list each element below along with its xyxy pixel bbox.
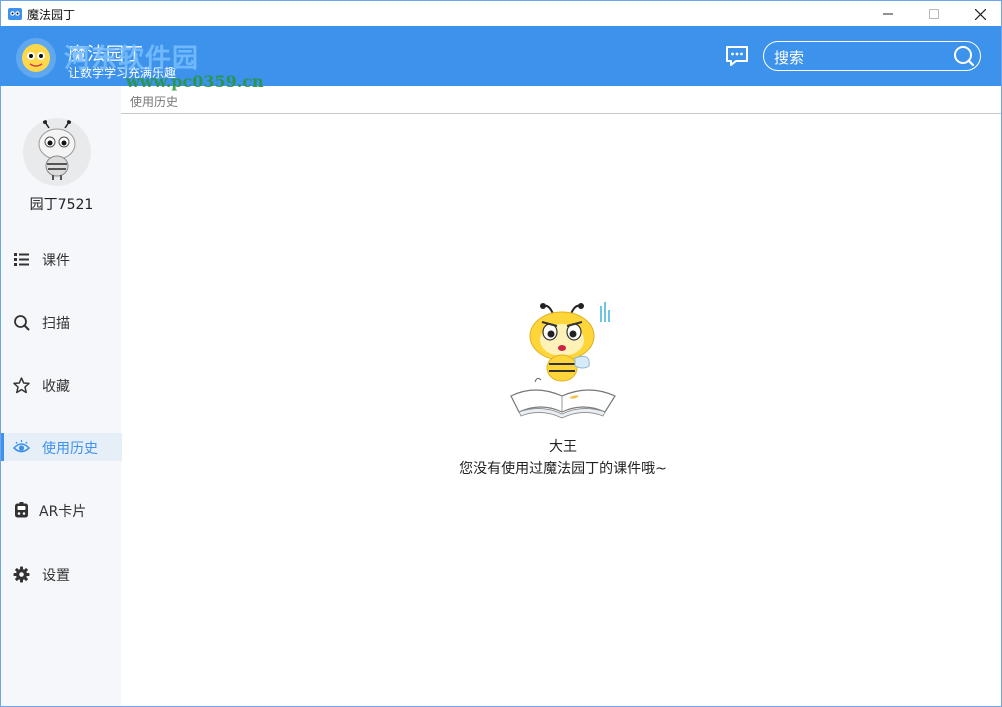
minimize-icon	[883, 13, 893, 15]
close-icon	[974, 8, 986, 20]
star-icon	[13, 377, 30, 394]
sidebar-item-label: 扫描	[42, 316, 70, 332]
sidebar-item-label: 课件	[42, 253, 70, 269]
breadcrumb: 使用历史	[130, 95, 179, 109]
sidebar-item-label: 收藏	[42, 379, 70, 395]
window-titlebar: 魔法园丁	[0, 0, 1002, 26]
sidebar-item-courseware[interactable]: 课件	[1, 245, 122, 273]
maximize-button[interactable]	[911, 1, 957, 27]
watermark-text: 河东软件园	[64, 44, 200, 74]
sidebar: 园丁7521 课件 扫描 收藏 使用历史 AR卡片 设置	[0, 86, 122, 707]
username: 园丁7521	[29, 197, 94, 213]
window-title: 魔法园丁	[27, 8, 76, 22]
app-header: 魔法园丁 让数学学习充满乐趣 河东软件园 www.pc0359.cn 搜索	[0, 26, 1002, 91]
sidebar-item-ar-cards[interactable]: AR卡片	[1, 496, 122, 524]
close-button[interactable]	[957, 1, 1002, 27]
maximize-icon	[929, 9, 939, 19]
search-input[interactable]: 搜索	[774, 47, 804, 68]
minimize-button[interactable]	[865, 1, 911, 27]
sidebar-item-scan[interactable]: 扫描	[1, 308, 122, 336]
divider	[121, 113, 1001, 114]
gear-icon	[13, 566, 30, 583]
message-icon[interactable]	[724, 44, 750, 68]
empty-state-message: 您没有使用过魔法园丁的课件哦~	[459, 461, 667, 477]
search-icon[interactable]	[952, 44, 976, 68]
sad-bee-reading-icon	[510, 302, 616, 419]
app-logo-icon	[8, 8, 22, 20]
list-icon	[14, 253, 29, 266]
sidebar-item-settings[interactable]: 设置	[1, 560, 122, 588]
bee-avatar-icon	[38, 120, 76, 180]
search-box[interactable]: 搜索	[763, 41, 981, 71]
sidebar-item-label: 设置	[42, 568, 70, 584]
watermark-url: www.pc0359.cn	[126, 72, 264, 91]
sidebar-item-favorites[interactable]: 收藏	[1, 371, 122, 399]
empty-state-title: 大王	[549, 439, 577, 455]
ar-card-icon	[15, 502, 28, 518]
bee-logo-icon	[16, 38, 56, 78]
search-icon	[14, 315, 30, 331]
sidebar-item-label: AR卡片	[39, 504, 87, 520]
avatar[interactable]	[23, 118, 91, 186]
